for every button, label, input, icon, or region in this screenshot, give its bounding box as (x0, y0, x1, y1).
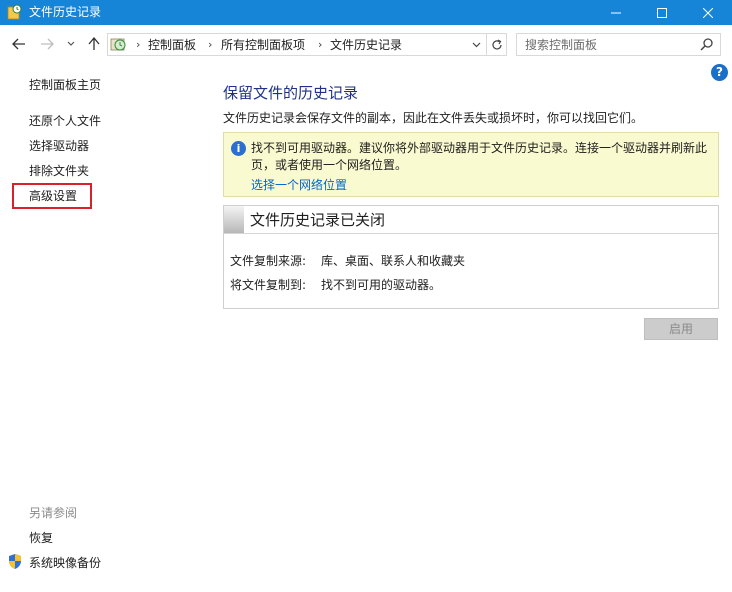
sidebar-item-restore-personal-files[interactable]: 还原个人文件 (29, 113, 101, 129)
highlight-annotation-box (12, 183, 92, 209)
sidebar-item-control-panel-home[interactable]: 控制面板主页 (29, 77, 101, 93)
refresh-icon (492, 38, 502, 49)
breadcrumb-separator-icon[interactable]: › (318, 37, 322, 53)
maximize-button[interactable] (639, 0, 685, 25)
minimize-button[interactable] (593, 0, 639, 25)
copy-source-row: 文件复制来源: 库、桌面、联系人和收藏夹 (230, 253, 465, 269)
breadcrumb-all-items[interactable]: 所有控制面板项 (221, 37, 305, 53)
maximize-icon (657, 7, 667, 18)
breadcrumb-file-history[interactable]: 文件历史记录 (330, 37, 402, 53)
close-icon (703, 7, 713, 18)
sidebar-item-exclude-folders[interactable]: 排除文件夹 (29, 163, 89, 179)
sidebar-item-recovery[interactable]: 恢复 (29, 530, 53, 546)
help-icon[interactable]: ? (711, 64, 728, 81)
forward-button[interactable] (37, 34, 57, 54)
chevron-down-icon (472, 42, 480, 47)
page-description: 文件历史记录会保存文件的副本，因此在文件丢失或损坏时，你可以找回它们。 (223, 111, 644, 125)
status-heading: 文件历史记录已关闭 (250, 211, 386, 229)
arrow-right-icon (41, 38, 54, 50)
sidebar-item-select-drive[interactable]: 选择驱动器 (29, 138, 89, 154)
copy-destination-row: 将文件复制到: 找不到可用的驱动器。 (230, 277, 441, 293)
recent-locations-button[interactable] (64, 34, 78, 54)
up-button[interactable] (84, 34, 104, 54)
window-title: 文件历史记录 (29, 5, 102, 19)
control-panel-icon (110, 38, 126, 51)
search-input[interactable] (525, 36, 695, 53)
arrow-up-icon (88, 37, 100, 50)
status-panel: 文件历史记录已关闭 文件复制来源: 库、桌面、联系人和收藏夹 将文件复制到: 找不到… (223, 205, 719, 309)
title-bar: 文件历史记录 (0, 0, 732, 25)
shield-icon (9, 554, 21, 569)
breadcrumb-separator-icon[interactable]: › (208, 37, 212, 53)
status-header: 文件历史记录已关闭 (224, 206, 718, 234)
breadcrumb-control-panel[interactable]: 控制面板 (148, 37, 196, 53)
sidebar-item-system-image-backup[interactable]: 系统映像备份 (29, 555, 101, 571)
copy-source-value: 库、桌面、联系人和收藏夹 (321, 254, 466, 268)
search-box[interactable] (516, 33, 721, 56)
page-title: 保留文件的历史记录 (223, 84, 359, 102)
chevron-down-icon (67, 41, 75, 46)
enable-button[interactable]: 启用 (644, 318, 718, 340)
navigation-bar: › 控制面板 › 所有控制面板项 › 文件历史记录 (0, 25, 732, 63)
select-network-location-link[interactable]: 选择一个网络位置 (251, 177, 347, 193)
refresh-button[interactable] (487, 34, 507, 55)
copy-destination-label: 将文件复制到: (230, 278, 307, 292)
info-icon: i (231, 141, 246, 156)
copy-source-label: 文件复制来源: (230, 254, 307, 268)
close-button[interactable] (685, 0, 731, 25)
breadcrumb-separator-icon: › (136, 38, 141, 51)
back-button[interactable] (9, 34, 29, 54)
file-history-app-icon (7, 4, 22, 20)
info-banner: i 找不到可用驱动器。建议你将外部驱动器用于文件历史记录。连接一个驱动器并刷新此… (223, 132, 719, 197)
minimize-icon (611, 12, 621, 13)
address-dropdown-button[interactable] (466, 34, 486, 55)
arrow-left-icon (12, 38, 25, 50)
info-message: 找不到可用驱动器。建议你将外部驱动器用于文件历史记录。连接一个驱动器并刷新此页，… (251, 141, 708, 172)
address-bar[interactable]: › 控制面板 › 所有控制面板项 › 文件历史记录 (107, 33, 507, 56)
status-header-gradient (224, 206, 244, 233)
see-also-heading: 另请参阅 (29, 506, 78, 520)
search-icon[interactable] (699, 37, 714, 52)
copy-destination-value: 找不到可用的驱动器。 (321, 278, 442, 292)
